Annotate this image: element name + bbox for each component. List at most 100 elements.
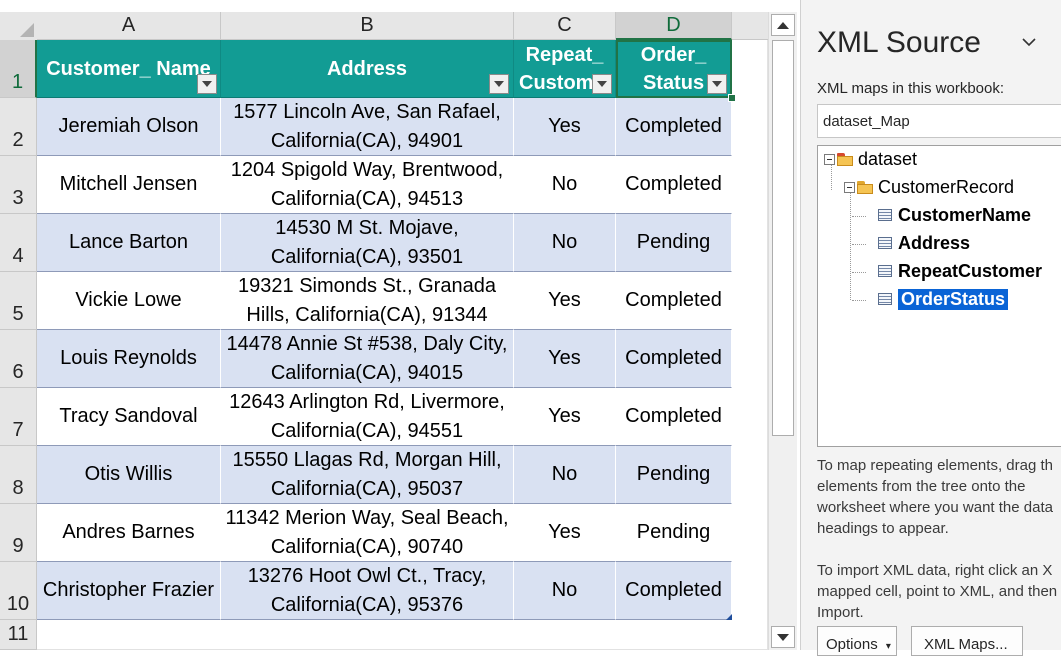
column-header-d[interactable]: D: [616, 12, 732, 40]
select-all-corner[interactable]: [0, 12, 38, 41]
address-line: Hills, California(CA), 91344: [246, 303, 488, 326]
cell-customer-name[interactable]: Christopher Frazier: [37, 562, 221, 620]
row-header-7[interactable]: 7: [0, 388, 37, 446]
cell-order-status[interactable]: Pending: [616, 214, 732, 272]
cell-repeat-customer[interactable]: Yes: [514, 504, 616, 562]
cell-customer-name[interactable]: Jeremiah Olson: [37, 98, 221, 156]
cell-customer-name[interactable]: Otis Willis: [37, 446, 221, 504]
cell-order-status[interactable]: Completed: [616, 562, 732, 620]
vertical-scrollbar[interactable]: [768, 12, 797, 650]
element-icon: [878, 293, 892, 305]
tree-node-address[interactable]: Address: [878, 231, 970, 255]
tree-node-customername[interactable]: CustomerName: [878, 203, 1031, 227]
scrollbar-thumb[interactable]: [772, 40, 794, 436]
help-line: worksheet where you want the data: [817, 499, 1053, 516]
cell-repeat-customer[interactable]: No: [514, 446, 616, 504]
chevron-down-icon[interactable]: [1021, 34, 1037, 50]
cell-address[interactable]: 19321 Simonds St., Granada Hills, Califor…: [221, 272, 514, 330]
cell-address[interactable]: 13276 Hoot Owl Ct., Tracy, California(CA)…: [221, 562, 514, 620]
row-header-1[interactable]: 1: [0, 40, 37, 98]
row-header-8[interactable]: 8: [0, 446, 37, 504]
cell-order-status[interactable]: Pending: [616, 504, 732, 562]
cell-customer-name[interactable]: Tracy Sandoval: [37, 388, 221, 446]
help-line: To import XML data, right click an X: [817, 562, 1053, 579]
tree-node-customerrecord[interactable]: CustomerRecord: [844, 175, 1014, 199]
row-header-6[interactable]: 6: [0, 330, 37, 388]
cell-repeat-customer[interactable]: Yes: [514, 330, 616, 388]
column-header-a[interactable]: A: [37, 12, 221, 40]
xml-map-select[interactable]: dataset_Map: [817, 104, 1061, 138]
address-line: California(CA), 95376: [270, 593, 464, 616]
address-line: 12643 Arlington Rd, Livermore,: [229, 390, 505, 413]
cell-customer-name[interactable]: Vickie Lowe: [37, 272, 221, 330]
tree-node-dataset-label: dataset: [858, 148, 918, 169]
root-folder-icon: [837, 152, 854, 166]
cell-order-status[interactable]: Completed: [616, 272, 732, 330]
row-header-5[interactable]: 5: [0, 272, 37, 330]
header-address[interactable]: Address: [221, 40, 514, 98]
cell-address[interactable]: 1577 Lincoln Ave, San Rafael, California(…: [221, 98, 514, 156]
row-header-9[interactable]: 9: [0, 504, 37, 562]
xml-element-tree[interactable]: dataset CustomerRecord CustomerName Addr…: [817, 145, 1061, 447]
scroll-down-button[interactable]: [771, 626, 795, 648]
xml-maps-button[interactable]: XML Maps...: [911, 626, 1023, 656]
cell-address[interactable]: 1204 Spigold Way, Brentwood, California(C…: [221, 156, 514, 214]
tree-node-orderstatus-label: OrderStatus: [898, 288, 1009, 310]
cell-address[interactable]: 15550 Llagas Rd, Morgan Hill, California(…: [221, 446, 514, 504]
row-header-10[interactable]: 10: [0, 562, 37, 620]
cell-customer-name[interactable]: Mitchell Jensen: [37, 156, 221, 214]
cell-repeat-customer[interactable]: Yes: [514, 272, 616, 330]
cell-repeat-customer[interactable]: No: [514, 562, 616, 620]
row-header-4[interactable]: 4: [0, 214, 37, 272]
cell-address[interactable]: 14530 M St. Mojave, California(CA), 93501: [221, 214, 514, 272]
address-line: California(CA), 95037: [270, 477, 464, 500]
collapse-icon[interactable]: [844, 181, 855, 193]
cell-customer-name[interactable]: Louis Reynolds: [37, 330, 221, 388]
cell-repeat-customer[interactable]: Yes: [514, 388, 616, 446]
column-header-e[interactable]: [732, 12, 768, 40]
address-line: California(CA), 94551: [270, 419, 464, 442]
table-resize-handle[interactable]: [726, 614, 732, 620]
address-line: California(CA), 94901: [270, 129, 464, 152]
cell-order-status[interactable]: Completed: [616, 330, 732, 388]
header-repeat-line1: Repeat_: [525, 43, 604, 66]
header-order-line2: Status: [642, 71, 705, 94]
fill-handle[interactable]: [728, 94, 736, 102]
tree-node-dataset[interactable]: dataset: [824, 147, 917, 171]
filter-dropdown-customer-name[interactable]: [197, 74, 217, 94]
cell-order-status[interactable]: Completed: [616, 388, 732, 446]
cell-repeat-customer[interactable]: No: [514, 214, 616, 272]
cell-address[interactable]: 11342 Merion Way, Seal Beach, California(…: [221, 504, 514, 562]
options-button[interactable]: Options ▾: [817, 626, 897, 656]
tree-connector: [852, 216, 866, 217]
scroll-up-button[interactable]: [771, 14, 795, 36]
cell-address[interactable]: 12643 Arlington Rd, Livermore, California…: [221, 388, 514, 446]
filter-dropdown-order-status[interactable]: [707, 74, 727, 94]
pane-title: XML Source: [817, 26, 981, 59]
row-header-11[interactable]: 11: [0, 620, 37, 650]
column-header-b[interactable]: B: [221, 12, 514, 40]
filter-dropdown-address[interactable]: [489, 74, 509, 94]
address-line: California(CA), 94513: [270, 187, 464, 210]
cell-order-status[interactable]: Completed: [616, 156, 732, 214]
tree-connector: [852, 272, 866, 273]
cell-repeat-customer[interactable]: No: [514, 156, 616, 214]
tree-node-repeatcustomer[interactable]: RepeatCustomer: [878, 259, 1042, 283]
row-header-3[interactable]: 3: [0, 156, 37, 214]
filter-dropdown-repeat-customer[interactable]: [592, 74, 612, 94]
column-header-c[interactable]: C: [514, 12, 616, 40]
address-line: 19321 Simonds St., Granada: [238, 274, 496, 297]
tree-node-orderstatus[interactable]: OrderStatus: [878, 287, 1009, 311]
cell-address[interactable]: 14478 Annie St #538, Daly City, Californi…: [221, 330, 514, 388]
cell-order-status[interactable]: Pending: [616, 446, 732, 504]
header-address-label: Address: [326, 58, 408, 80]
worksheet[interactable]: A B C D 1 2 3 4 5 6 7 8 9 10 11 Customer…: [0, 0, 768, 650]
header-customer-name[interactable]: Customer_ Name: [37, 40, 221, 98]
collapse-icon[interactable]: [824, 153, 835, 165]
cell-customer-name[interactable]: Lance Barton: [37, 214, 221, 272]
cell-repeat-customer[interactable]: Yes: [514, 98, 616, 156]
element-icon: [878, 265, 892, 277]
cell-order-status[interactable]: Completed: [616, 98, 732, 156]
row-header-2[interactable]: 2: [0, 98, 37, 156]
cell-customer-name[interactable]: Andres Barnes: [37, 504, 221, 562]
